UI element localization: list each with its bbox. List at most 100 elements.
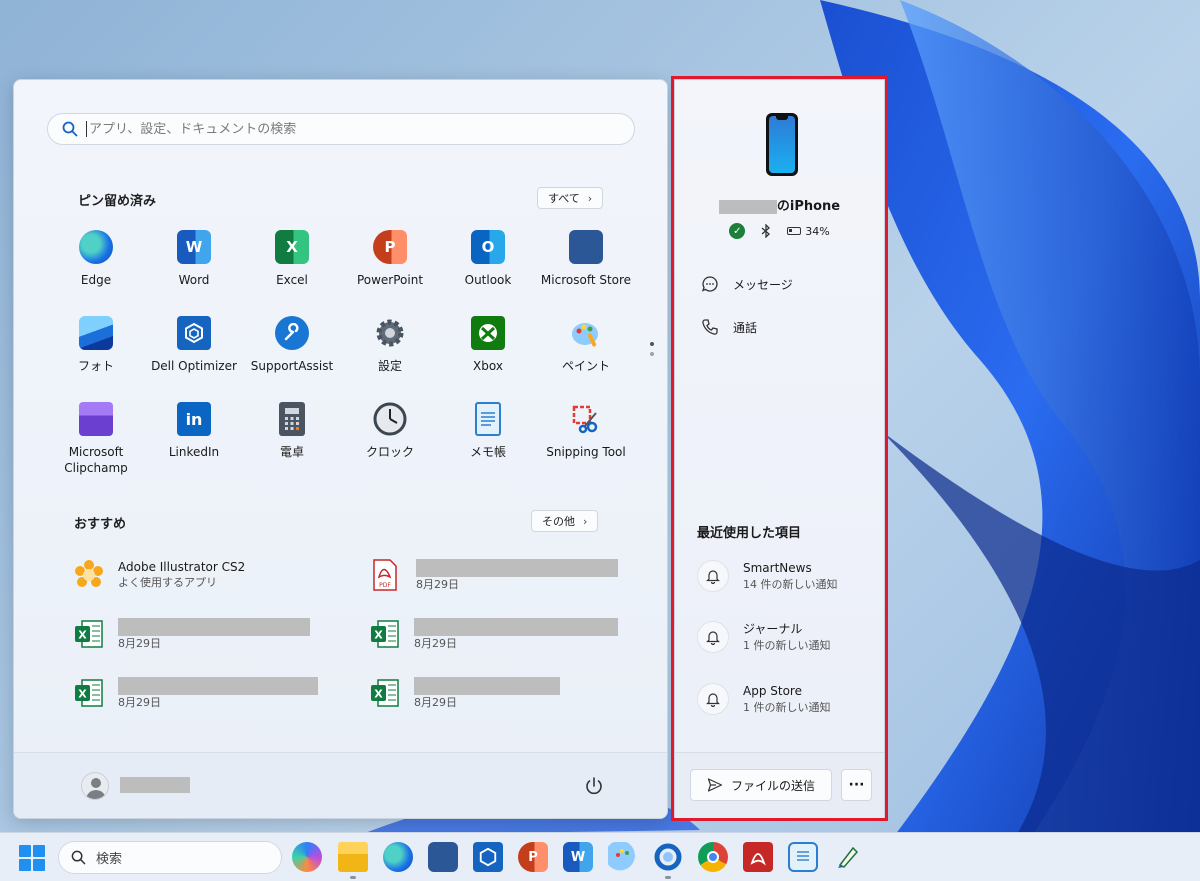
- notification-app-store[interactable]: App Store 1 件の新しい通知: [697, 683, 831, 717]
- page-indicator[interactable]: [650, 342, 654, 362]
- app-label: クロック: [365, 445, 414, 459]
- pinned-app-word[interactable]: W Word: [139, 230, 249, 288]
- dell-optimizer-icon[interactable]: [473, 842, 503, 872]
- app-label: 設定: [377, 359, 402, 373]
- notification-detail: 1 件の新しい通知: [743, 701, 831, 714]
- app-label: SupportAssist: [250, 359, 334, 373]
- start-search-input[interactable]: [89, 121, 609, 137]
- notification-app: ジャーナル: [743, 622, 803, 636]
- svg-text:X: X: [374, 629, 383, 642]
- phone-device-name: のiPhone: [675, 195, 884, 214]
- bell-icon: [697, 560, 729, 592]
- pinned-app-xbox[interactable]: Xbox: [433, 316, 543, 374]
- pinned-app-calculator[interactable]: 電卓: [237, 402, 347, 460]
- pinned-app-settings[interactable]: 設定: [335, 316, 445, 374]
- phone-link-icon[interactable]: [653, 842, 683, 872]
- messages-link[interactable]: メッセージ: [701, 275, 793, 293]
- pinned-app-clock[interactable]: クロック: [335, 402, 445, 460]
- recommended-subtitle: 8月29日: [414, 696, 457, 709]
- edge-icon[interactable]: [383, 842, 413, 872]
- device-name-suffix: のiPhone: [776, 199, 841, 214]
- snipping-tool-icon: [569, 402, 603, 436]
- xbox-icon: [471, 316, 505, 350]
- bell-icon: [697, 621, 729, 653]
- redacted-filename: [414, 618, 618, 636]
- pinned-app-supportassist[interactable]: SupportAssist: [237, 316, 347, 374]
- app-label: フォト: [77, 359, 114, 373]
- recommended-item-excel-4[interactable]: X 8月29日: [370, 677, 560, 711]
- app-label: LinkedIn: [168, 445, 220, 459]
- chrome-icon[interactable]: [698, 842, 728, 872]
- pinned-app-microsoft-store[interactable]: Microsoft Store: [531, 230, 641, 288]
- acrobat-icon[interactable]: [743, 842, 773, 872]
- excel-file-icon: X: [74, 618, 104, 652]
- clock-icon: [373, 402, 407, 436]
- pinned-app-photos[interactable]: フォト: [41, 316, 151, 374]
- pinned-section-title: ピン留め済み: [78, 194, 157, 209]
- pinned-app-powerpoint[interactable]: P PowerPoint: [335, 230, 445, 288]
- app-label: 電卓: [279, 445, 304, 459]
- copilot-icon[interactable]: [292, 842, 322, 872]
- app-label: Microsoft Store: [540, 273, 632, 287]
- outlook-icon: O: [471, 230, 505, 264]
- store-icon[interactable]: [428, 842, 458, 872]
- pinned-app-paint[interactable]: ペイント: [531, 316, 641, 374]
- recommended-item-pdf[interactable]: PDF 8月29日: [372, 559, 618, 593]
- notification-app: App Store: [743, 684, 802, 698]
- notification-app: SmartNews: [743, 561, 812, 575]
- recommended-subtitle: 8月29日: [118, 696, 161, 709]
- paint-icon[interactable]: [608, 842, 638, 872]
- pinned-app-edge[interactable]: Edge: [41, 230, 151, 288]
- pinned-app-dell-optimizer[interactable]: Dell Optimizer: [139, 316, 249, 374]
- excel-file-icon: X: [370, 677, 400, 711]
- word-icon: W: [177, 230, 211, 264]
- battery-status: 34%: [787, 225, 830, 238]
- all-apps-button[interactable]: すべて ›: [537, 187, 604, 209]
- send-file-button[interactable]: ファイルの送信: [690, 769, 832, 801]
- windows-start-button[interactable]: [19, 845, 45, 871]
- calls-link[interactable]: 通話: [701, 318, 757, 336]
- recommended-subtitle: 8月29日: [118, 637, 161, 650]
- pinned-app-outlook[interactable]: O Outlook: [433, 230, 543, 288]
- app-label: ペイント: [561, 359, 610, 373]
- search-icon: [71, 850, 86, 865]
- recent-items-title: 最近使用した項目: [697, 526, 802, 541]
- dell-optimizer-icon: [177, 316, 211, 350]
- illustrator-pen-icon[interactable]: [833, 842, 863, 872]
- pinned-app-notepad[interactable]: メモ帳: [433, 402, 543, 460]
- pinned-app-linkedin[interactable]: in LinkedIn: [139, 402, 249, 460]
- windows-logo-icon: [19, 845, 31, 857]
- notification-detail: 14 件の新しい通知: [743, 578, 838, 591]
- pinned-app-clipchamp[interactable]: Microsoft Clipchamp: [41, 402, 151, 476]
- user-avatar[interactable]: [81, 772, 109, 800]
- file-explorer-icon[interactable]: [338, 842, 368, 872]
- send-icon: [707, 778, 723, 792]
- more-options-button[interactable]: ···: [841, 769, 872, 801]
- more-recommended-button[interactable]: その他 ›: [531, 510, 599, 532]
- power-button[interactable]: [583, 775, 605, 797]
- notification-smartnews[interactable]: SmartNews 14 件の新しい通知: [697, 560, 838, 594]
- redacted-filename: [414, 677, 560, 695]
- connected-check-icon: ✓: [729, 223, 746, 239]
- recommended-item-excel-1[interactable]: X 8月29日: [74, 618, 310, 652]
- powerpoint-icon[interactable]: P: [518, 842, 548, 872]
- notification-journal[interactable]: ジャーナル 1 件の新しい通知: [697, 621, 831, 655]
- taskbar: 検索 P W: [0, 832, 1200, 881]
- redacted-user-name[interactable]: [120, 777, 190, 793]
- send-file-label: ファイルの送信: [730, 778, 815, 793]
- recommended-subtitle: 8月29日: [414, 637, 457, 650]
- taskbar-search-box[interactable]: 検索: [58, 841, 282, 874]
- notepad-icon[interactable]: [788, 842, 818, 872]
- word-icon[interactable]: W: [563, 842, 593, 872]
- start-search-box[interactable]: [47, 113, 635, 145]
- recommended-item-excel-2[interactable]: X 8月29日: [370, 618, 618, 652]
- pinned-app-snipping-tool[interactable]: Snipping Tool: [531, 402, 641, 460]
- more-options-icon: ···: [848, 777, 865, 793]
- recommended-item-excel-3[interactable]: X 8月29日: [74, 677, 318, 711]
- all-apps-label: すべて: [548, 192, 580, 205]
- recommended-item-illustrator[interactable]: Adobe Illustrator CS2 よく使用するアプリ: [74, 559, 245, 593]
- app-label: Edge: [80, 273, 112, 287]
- pinned-app-excel[interactable]: X Excel: [237, 230, 347, 288]
- calculator-icon: [279, 402, 305, 436]
- calls-label: 通話: [733, 320, 758, 335]
